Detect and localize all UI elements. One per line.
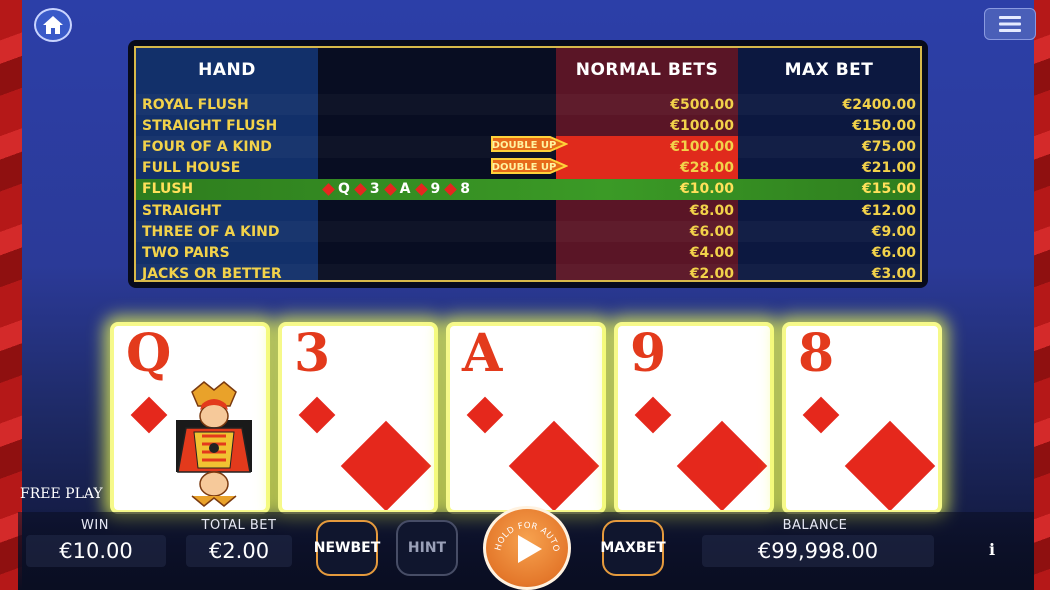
total-bet-label: TOTAL BET [201, 518, 277, 533]
diamond-icon [414, 182, 428, 196]
diamond-icon [354, 182, 367, 196]
paytable-row-two-pairs: TWO PAIRS €4.00 €6.00 [136, 242, 920, 263]
card-4[interactable]: 9 [614, 322, 774, 514]
double-up-tag[interactable]: DOUBLE UP [490, 156, 568, 176]
hand-name: ROYAL FLUSH [142, 96, 249, 113]
mini-card: 3 [354, 181, 380, 197]
normal-payout: €2.00 [689, 266, 734, 282]
winning-hand-cards: Q 3 A 9 8 [322, 181, 470, 197]
spin-button[interactable]: HOLD FOR AUTOSPIN [483, 506, 571, 590]
hand-name: FLUSH [142, 181, 194, 198]
card-rank: Q [126, 323, 172, 384]
normal-payout: €100.00 [670, 117, 734, 134]
play-icon [518, 535, 542, 563]
free-play-label: FREE PLAY [20, 486, 103, 502]
hand-name: FOUR OF A KIND [142, 138, 272, 155]
max-payout: €9.00 [871, 223, 916, 240]
card-rank: 3 [294, 323, 331, 384]
max-payout: €150.00 [852, 117, 916, 134]
total-bet-value: €2.00 [186, 535, 292, 567]
double-up-tag[interactable]: DOUBLE UP [490, 134, 568, 154]
max-payout: €6.00 [871, 244, 916, 261]
new-bet-button[interactable]: NEW BET [314, 520, 380, 576]
diamond-icon [844, 420, 936, 510]
menu-button[interactable] [984, 8, 1036, 40]
hamburger-menu-icon [999, 16, 1021, 32]
diamond-icon [508, 420, 600, 510]
max-bet-header: MAX BET [784, 60, 874, 80]
card-2[interactable]: 3 [278, 322, 438, 514]
spin-button-graphic: HOLD FOR AUTOSPIN [486, 509, 560, 563]
card-5[interactable]: 8 [782, 322, 942, 514]
normal-payout: €8.00 [689, 202, 734, 219]
home-icon [43, 16, 63, 34]
max-bet-button[interactable]: MAX BET [600, 520, 666, 576]
normal-payout: €10.00 [679, 181, 734, 198]
diamond-icon [634, 396, 672, 434]
diamond-icon [676, 420, 768, 510]
hand-header: HAND [198, 60, 256, 80]
diamond-icon [466, 396, 504, 434]
game-screen: HAND NORMAL BETS MAX BET ROYAL FLUSH €50… [0, 0, 1050, 590]
hand-name: TWO PAIRS [142, 244, 230, 261]
hint-button[interactable]: HINT [396, 520, 458, 576]
card-1[interactable]: Q [110, 322, 270, 514]
normal-payout: €500.00 [670, 96, 734, 113]
max-payout: €21.00 [861, 160, 916, 177]
win-label: WIN [81, 518, 109, 533]
paytable: HAND NORMAL BETS MAX BET ROYAL FLUSH €50… [128, 40, 928, 288]
mini-card: Q [322, 181, 350, 197]
card-3[interactable]: A [446, 322, 606, 514]
right-decoration [1034, 0, 1050, 590]
card-rank: 8 [798, 323, 835, 384]
max-payout: €2400.00 [842, 96, 916, 113]
hand-name: STRAIGHT [142, 202, 222, 219]
double-up-label: DOUBLE UP [492, 162, 557, 173]
home-button[interactable] [34, 8, 72, 42]
normal-bets-header: NORMAL BETS [575, 60, 719, 80]
card-row: Q 3 A 9 8 [110, 322, 946, 514]
paytable-row-royal-flush: ROYAL FLUSH €500.00 €2400.00 [136, 94, 920, 115]
left-decoration [0, 0, 22, 590]
max-payout: €3.00 [871, 266, 916, 282]
card-rank: A [462, 323, 503, 384]
diamond-icon [298, 396, 336, 434]
diamond-icon [802, 396, 840, 434]
win-value: €10.00 [26, 535, 166, 567]
paytable-row-three-of-a-kind: THREE OF A KIND €6.00 €9.00 [136, 221, 920, 242]
balance-label: BALANCE [782, 518, 848, 533]
max-payout: €75.00 [861, 138, 916, 155]
double-up-label: DOUBLE UP [492, 140, 557, 151]
diamond-icon [130, 396, 168, 434]
info-icon[interactable]: i [984, 540, 1000, 562]
paytable-row-jacks-or-better: JACKS OR BETTER €2.00 €3.00 [136, 264, 920, 282]
queen-figure-icon [176, 381, 252, 507]
diamond-icon [383, 182, 397, 196]
mini-card: 8 [444, 181, 470, 197]
diamond-icon [322, 182, 335, 196]
mini-card: 9 [414, 181, 440, 197]
diamond-icon [340, 420, 432, 510]
normal-payout: €6.00 [689, 223, 734, 240]
hand-name: FULL HOUSE [142, 160, 241, 177]
normal-payout: €100.00 [670, 138, 734, 155]
mini-card: A [383, 181, 411, 197]
normal-payout: €4.00 [689, 244, 734, 261]
paytable-row-straight: STRAIGHT €8.00 €12.00 [136, 200, 920, 221]
hand-name: JACKS OR BETTER [142, 266, 282, 282]
max-payout: €15.00 [861, 181, 916, 198]
diamond-icon [444, 182, 458, 196]
balance-value: €99,998.00 [702, 535, 934, 567]
max-payout: €12.00 [861, 202, 916, 219]
paytable-rows: ROYAL FLUSH €500.00 €2400.00 STRAIGHT FL… [136, 94, 920, 282]
hand-name: THREE OF A KIND [142, 223, 280, 240]
hand-name: STRAIGHT FLUSH [142, 117, 278, 134]
paytable-grid: HAND NORMAL BETS MAX BET ROYAL FLUSH €50… [134, 46, 922, 282]
paytable-row-flush: FLUSH Q 3 A 9 8 €10.00 €15.00 [136, 178, 920, 200]
card-rank: 9 [630, 323, 667, 384]
normal-payout: €28.00 [679, 160, 734, 177]
